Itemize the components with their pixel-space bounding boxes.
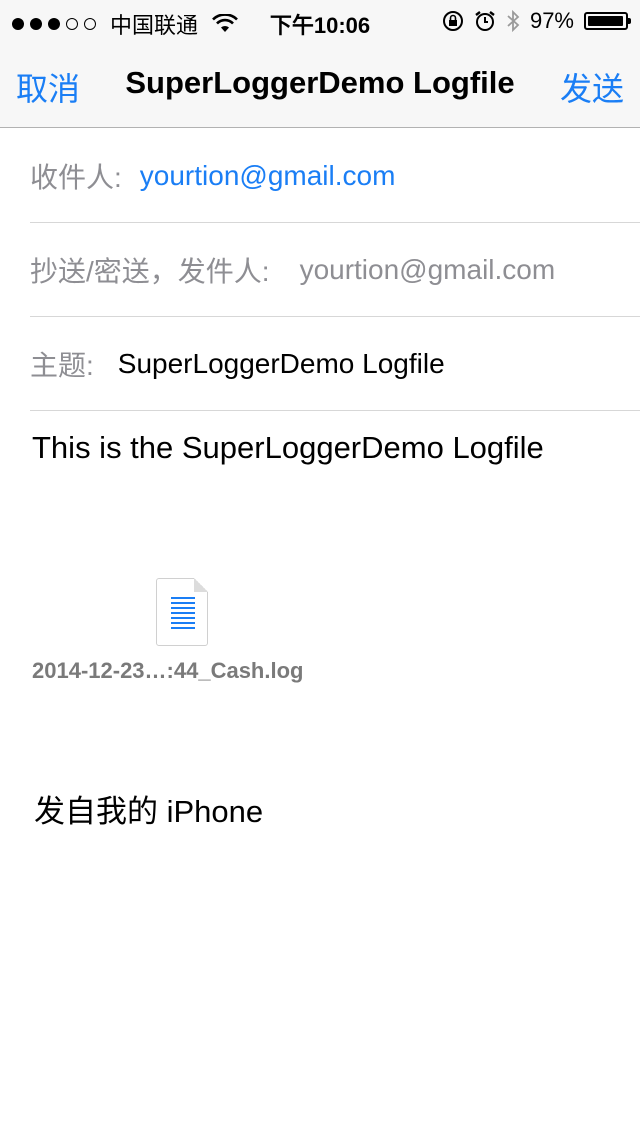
attachment-filename[interactable]: 2014-12-23…:44_Cash.log: [32, 658, 303, 684]
to-recipient[interactable]: yourtion@gmail.com: [140, 160, 396, 192]
page-fold: [194, 578, 208, 592]
signature-text[interactable]: 发自我的 iPhone: [34, 786, 263, 831]
status-right: 97%: [442, 8, 631, 34]
from-address[interactable]: yourtion@gmail.com: [300, 254, 556, 286]
battery-fill: [588, 16, 623, 26]
alarm-icon: [475, 11, 495, 31]
to-field[interactable]: 收件人: yourtion@gmail.com: [30, 129, 640, 223]
subject-label: 主题:: [30, 349, 94, 381]
send-button[interactable]: 发送: [560, 64, 624, 110]
battery-icon: [584, 12, 631, 30]
status-bar: 中国联通 下午10:06 97%: [0, 0, 640, 40]
text-lines: [171, 597, 195, 632]
bluetooth-icon: [507, 9, 520, 33]
message-body-text[interactable]: This is the SuperLoggerDemo Logfile: [32, 430, 544, 466]
to-label: 收件人:: [30, 161, 122, 193]
page-title: SuperLoggerDemo Logfile: [125, 65, 515, 100]
cc-bcc-from-field[interactable]: 抄送/密送，发件人: yourtion@gmail.com: [30, 223, 640, 317]
subject-field[interactable]: 主题: SuperLoggerDemo Logfile: [30, 317, 640, 411]
lock-rotation-icon: [442, 11, 463, 31]
document-icon[interactable]: [156, 578, 208, 646]
compose-nav-bar: 取消 SuperLoggerDemo Logfile 发送: [0, 40, 640, 128]
battery-percent: 97%: [529, 8, 574, 33]
subject-input[interactable]: SuperLoggerDemo Logfile: [118, 348, 445, 380]
cc-bcc-from-label: 抄送/密送，发件人:: [30, 255, 270, 287]
